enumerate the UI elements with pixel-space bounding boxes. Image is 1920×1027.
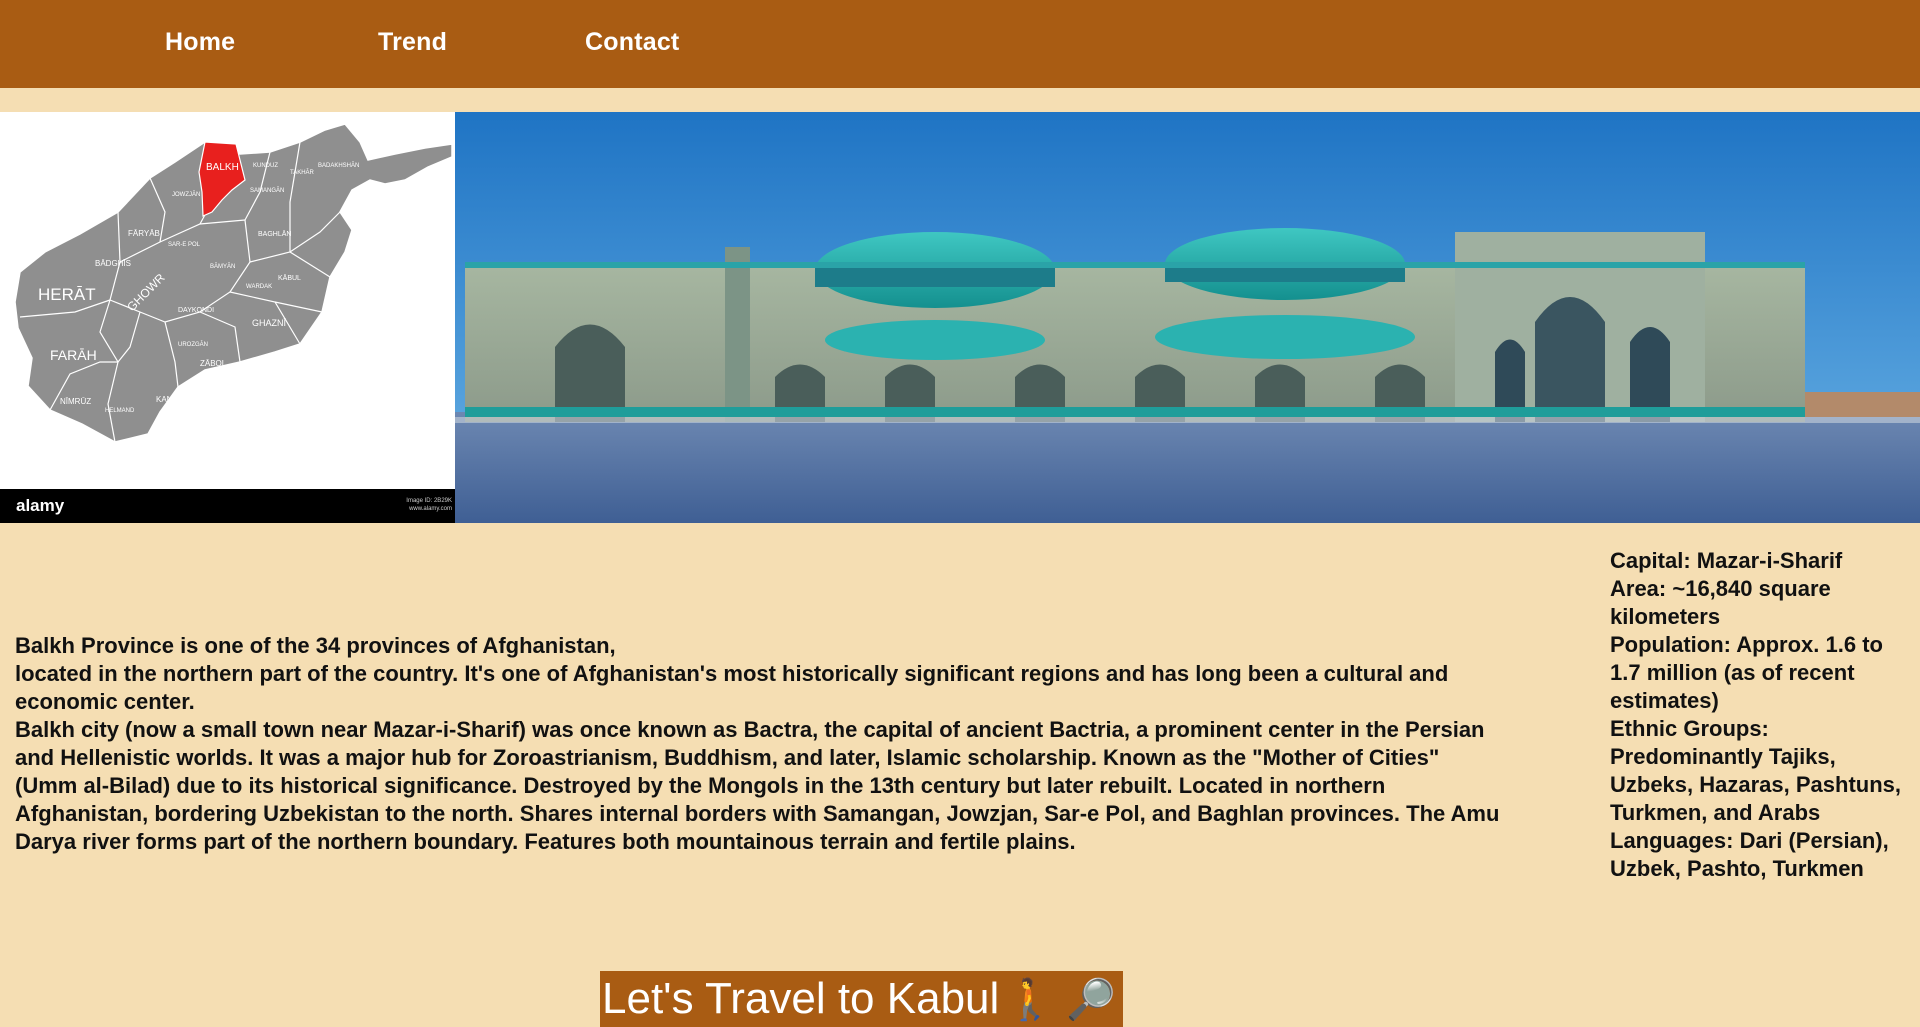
top-navbar: Home Trend Contact: [0, 0, 1920, 88]
label-faryab: FĀRYĀB: [128, 229, 160, 238]
label-balkh: BALKH: [206, 162, 239, 173]
fact-languages: Languages: Dari (Persian), Uzbek, Pashto…: [1610, 828, 1889, 881]
travel-to-kabul-button[interactable]: Let's Travel to Kabul 🚶 🔎: [600, 971, 1123, 1027]
blue-mosque-photo: [455, 112, 1920, 523]
label-bamyan: BĀMYĀN: [210, 263, 235, 270]
walking-search-icons: 🚶 🔎: [1005, 978, 1117, 1022]
map-credit-id: Image ID: 2B29K: [406, 498, 452, 504]
province-facts: Capital: Mazar-i-Sharif Area: ~16,840 sq…: [1610, 547, 1905, 883]
label-kandahar: KANDAHĀR: [156, 395, 201, 404]
label-herat: HERĀT: [38, 285, 96, 304]
nav-trend-link[interactable]: Trend: [378, 28, 447, 57]
label-samangan: SAMANGĀN: [250, 187, 284, 194]
fact-area: Area: ~16,840 square kilometers: [1610, 576, 1831, 629]
label-helmand: HELMAND: [105, 408, 135, 414]
label-takhar: TAKHĀR: [290, 169, 315, 176]
map-watermark-bar: alamy Image ID: 2B29K www.alamy.com: [0, 489, 455, 523]
nav-contact-link[interactable]: Contact: [585, 28, 679, 57]
travel-button-label: Let's Travel to Kabul: [602, 974, 1000, 1023]
alamy-logo: alamy: [16, 496, 65, 515]
label-baghlan: BAGHLĀN: [258, 230, 291, 238]
description-line-3: Balkh city (now a small town near Mazar-…: [15, 717, 1500, 854]
mosque-illustration: [455, 112, 1920, 523]
label-badghis: BĀDGHĪS: [95, 259, 131, 268]
label-badakhshan: BADAKHSHĀN: [318, 162, 359, 169]
label-farah: FARĀH: [50, 347, 97, 363]
description-line-2: located in the northern part of the coun…: [15, 661, 1449, 714]
label-wardak: WARDAK: [246, 284, 272, 290]
afghanistan-map-svg: BALKH HERĀT FARĀH GHOWR BĀDGHĪS FĀRYĀB J…: [14, 123, 453, 443]
label-zabul: ZĀBOL: [200, 359, 227, 368]
fact-capital: Capital: Mazar-i-Sharif: [1610, 548, 1843, 573]
label-ghazni: GHAZNĪ: [252, 318, 287, 328]
label-saripul: SAR-E POL: [168, 242, 201, 248]
nav-home-link[interactable]: Home: [165, 28, 235, 57]
label-nimruz: NĪMRŪZ: [60, 397, 91, 406]
label-kunduz: KUNDUZ: [253, 163, 278, 169]
map-credit: Image ID: 2B29K www.alamy.com: [406, 497, 452, 513]
balkh-description: Balkh Province is one of the 34 province…: [15, 632, 1505, 856]
description-line-1: Balkh Province is one of the 34 province…: [15, 633, 616, 658]
label-uruzgan: UROZGĀN: [178, 341, 208, 348]
label-paktika: PAKTĪKĀ: [258, 357, 283, 364]
label-kabul: KĀBUL: [278, 274, 301, 282]
fact-population: Population: Approx. 1.6 to 1.7 million (…: [1610, 632, 1883, 713]
afghanistan-map-image: BALKH HERĀT FARĀH GHOWR BĀDGHĪS FĀRYĀB J…: [0, 112, 455, 523]
label-jowzjan: JOWZJĀN: [172, 191, 200, 198]
fact-ethnic-groups: Ethnic Groups: Predominantly Tajiks, Uzb…: [1610, 716, 1902, 825]
label-daykundi: DAYKONDI: [178, 307, 214, 314]
map-credit-url: www.alamy.com: [409, 506, 452, 512]
